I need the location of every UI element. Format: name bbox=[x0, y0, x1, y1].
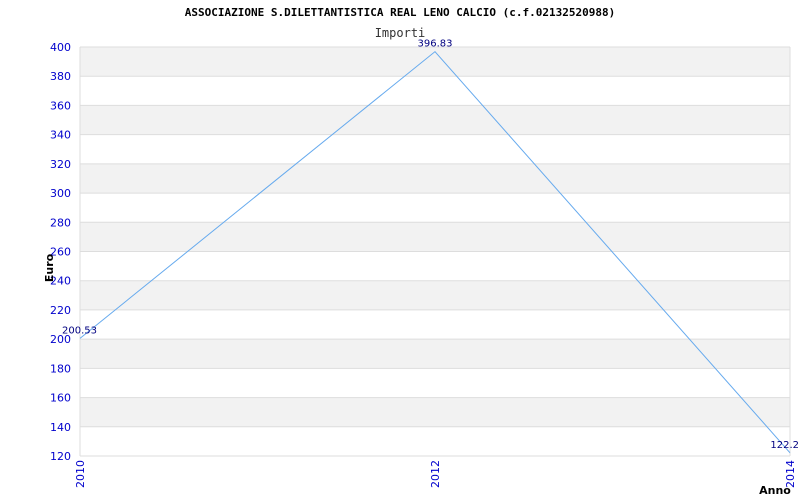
y-tick-label: 160 bbox=[50, 392, 71, 405]
y-axis-label: Euro bbox=[43, 253, 56, 282]
y-tick-label: 280 bbox=[50, 216, 71, 229]
data-label: 200.53 bbox=[62, 325, 97, 336]
y-tick-label: 120 bbox=[50, 450, 71, 463]
grid-band bbox=[80, 105, 790, 135]
grid-band bbox=[80, 163, 790, 194]
data-label: 122.2 bbox=[770, 440, 799, 451]
line-chart: 4003803603403203002802602402202001801601… bbox=[43, 39, 799, 497]
y-tick-label: 180 bbox=[50, 362, 71, 375]
x-tick-label: 2012 bbox=[429, 460, 442, 488]
grid-band bbox=[80, 397, 790, 427]
grid-band bbox=[80, 280, 790, 310]
y-tick-label: 140 bbox=[50, 421, 71, 434]
grid-band bbox=[80, 222, 790, 252]
data-label: 396.83 bbox=[418, 39, 453, 50]
y-tick-label: 220 bbox=[50, 304, 71, 317]
grid-bands bbox=[80, 47, 790, 427]
x-tick-label: 2010 bbox=[74, 460, 87, 488]
y-tick-label: 340 bbox=[50, 129, 71, 142]
grid-band bbox=[80, 339, 790, 369]
y-tick-label: 380 bbox=[50, 70, 71, 83]
y-tick-label: 400 bbox=[50, 41, 71, 54]
y-tick-label: 320 bbox=[50, 158, 71, 171]
x-axis-ticks: 2010 2012 2014 bbox=[74, 460, 797, 488]
y-tick-label: 300 bbox=[50, 187, 71, 200]
y-axis-ticks: 4003803603403203002802602402202001801601… bbox=[50, 41, 71, 463]
y-tick-label: 360 bbox=[50, 99, 71, 112]
x-axis-label: Anno bbox=[759, 484, 791, 497]
